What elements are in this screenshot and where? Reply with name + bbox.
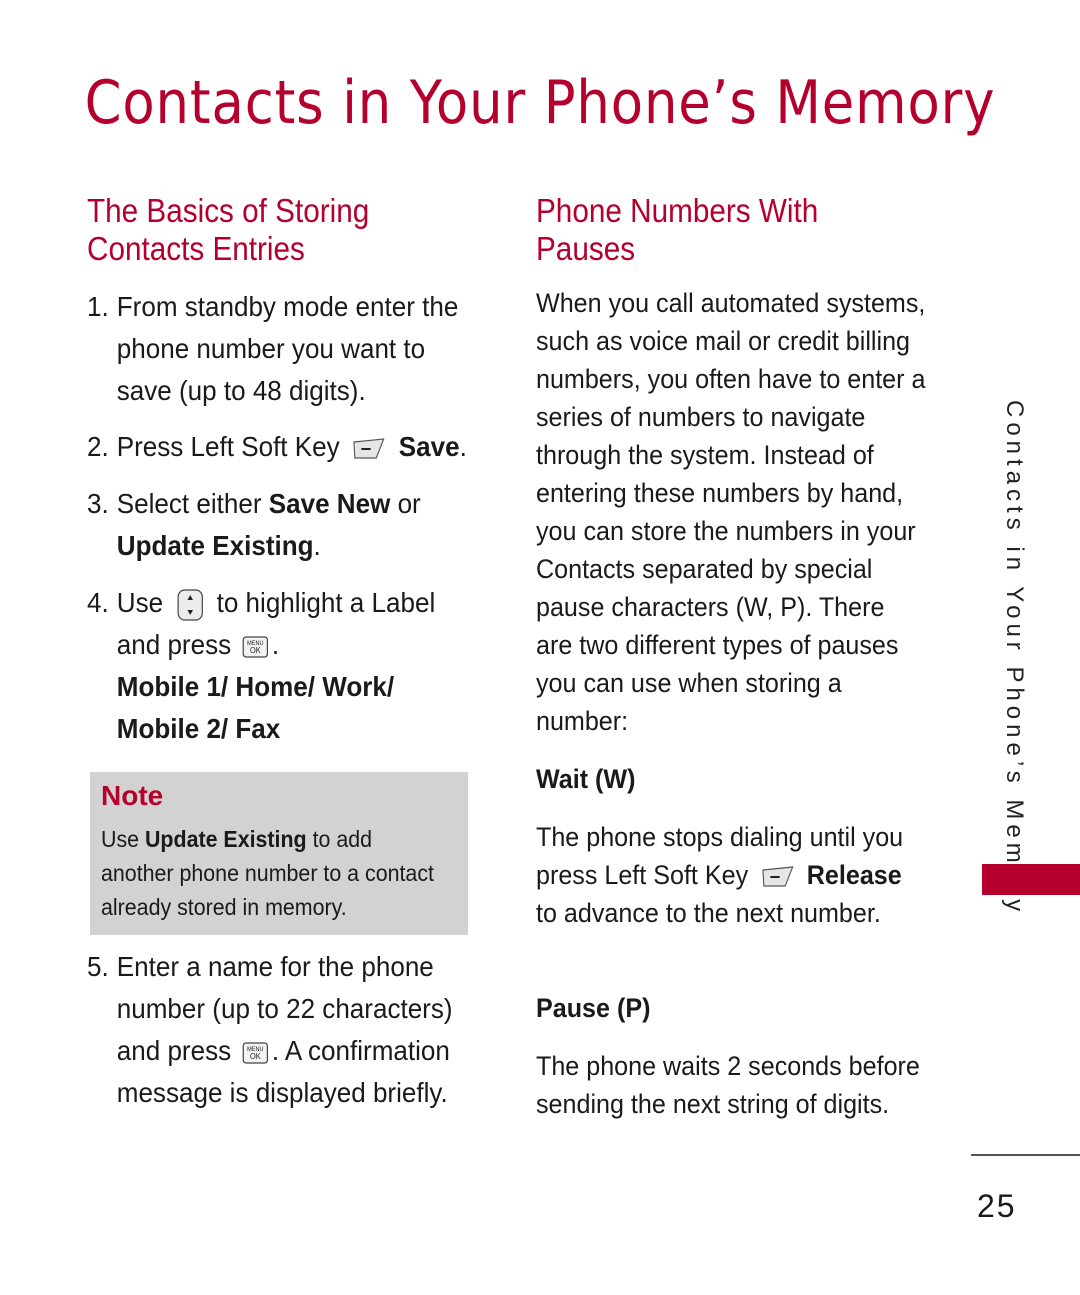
wait-description: The phone stops dialing until you press … — [536, 818, 927, 932]
save-new-label: Save New — [268, 488, 391, 519]
navigation-key-icon — [177, 588, 203, 621]
note-text: Use Update Existing to add another phone… — [101, 822, 445, 924]
step-5: 5. Enter a name for the phone number (up… — [87, 946, 478, 1114]
step-1: 1. From standby mode enter the phone num… — [87, 286, 478, 412]
step-number: 3. — [87, 488, 109, 519]
update-existing-label: Update Existing — [116, 530, 314, 561]
step-number: 2. — [87, 431, 109, 462]
note-text-part: Use — [101, 826, 145, 852]
step-2: 2. Press Left Soft Key Save. — [87, 426, 478, 468]
punct: . — [313, 530, 321, 561]
pause-description: The phone waits 2 seconds before sending… — [536, 1051, 920, 1119]
step-text: From standby mode enter the phone number… — [116, 291, 459, 406]
page-number: 25 — [977, 1188, 1017, 1224]
note-bold: Update Existing — [144, 826, 307, 852]
punct: . — [271, 629, 280, 660]
step-text-part: Use — [116, 587, 164, 618]
pause-heading: Pause (P) — [536, 993, 651, 1023]
side-tab-label: Contacts in Your Phone’s Memory — [1001, 400, 1028, 917]
save-label: Save — [398, 431, 460, 462]
heading-line: Pauses — [536, 230, 636, 267]
step-number: 1. — [87, 291, 109, 322]
step-number: 4. — [87, 587, 109, 618]
note-box: Note Use Update Existing to add another … — [90, 772, 468, 935]
heading-line: Contacts Entries — [87, 230, 305, 267]
side-tab-marker — [982, 864, 1080, 895]
intro-paragraph: When you call automated systems, such as… — [536, 288, 926, 736]
step-text-part: Select either — [116, 488, 269, 519]
left-soft-key-icon — [353, 437, 385, 459]
step-3: 3. Select either Save New or Update Exis… — [87, 483, 478, 567]
step-text: Enter a name for the phone number (up to… — [117, 946, 478, 1114]
section-heading-pauses: Phone Numbers With Pauses — [536, 192, 818, 268]
step-number: 5. — [87, 951, 109, 982]
footer-divider — [971, 1154, 1080, 1156]
step-text-part: Press Left Soft Key — [116, 431, 340, 462]
step-text: Press Left Soft Key Save. — [117, 426, 478, 468]
page-title: Contacts in Your Phone’s Memory — [84, 68, 996, 138]
menu-ok-key-icon: MENUOK — [242, 635, 268, 658]
left-soft-key-icon — [761, 866, 794, 887]
label-options: Mobile 1/ Home/ Work/ Mobile 2/ Fax — [116, 671, 395, 744]
wait-heading: Wait (W) — [536, 764, 636, 794]
menu-ok-key-icon: MENUOK — [242, 1041, 268, 1064]
wait-text-part: to advance to the next number. — [536, 898, 881, 928]
svg-text:OK: OK — [250, 1051, 262, 1060]
step-text-part: or — [390, 488, 421, 519]
svg-text:OK: OK — [250, 645, 262, 654]
punct: . — [459, 431, 467, 462]
section-heading-basics: The Basics of Storing Contacts Entries — [87, 192, 369, 268]
note-title: Note — [101, 780, 164, 811]
step-text: Use to highlight a Label and press MENU O… — [117, 582, 478, 750]
step-text: Select either Save New or Update Existin… — [117, 483, 478, 567]
heading-line: Phone Numbers With — [536, 192, 819, 229]
heading-line: The Basics of Storing — [87, 192, 370, 229]
step-4: 4. Use to highlight a Label and press ME… — [87, 582, 478, 750]
release-label: Release — [806, 860, 902, 890]
